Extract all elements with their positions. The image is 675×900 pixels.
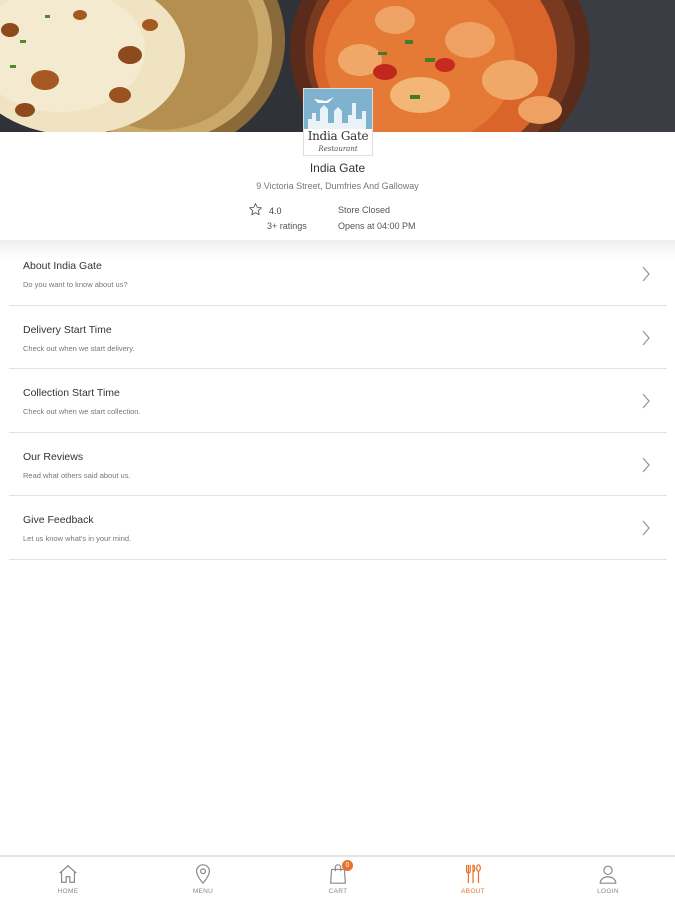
home-icon: [59, 865, 77, 883]
cart-count-badge: 0: [342, 860, 353, 871]
nav-login-label: LOGIN: [597, 888, 619, 895]
chevron-right-icon: [642, 266, 650, 282]
info-list: About India Gate Do you want to know abo…: [9, 242, 667, 560]
list-item-subtitle: Check out when we start collection.: [23, 407, 141, 416]
user-icon: [599, 865, 617, 884]
store-status-text: Store Closed: [338, 205, 391, 215]
list-item-reviews[interactable]: Our Reviews Read what others said about …: [9, 433, 667, 496]
list-item-title: Delivery Start Time: [23, 323, 112, 336]
list-item-subtitle: Do you want to know about us?: [23, 280, 128, 289]
star-icon: [249, 203, 262, 216]
nav-home[interactable]: HOME: [28, 857, 108, 900]
list-item-feedback[interactable]: Give Feedback Let us know what's in your…: [9, 496, 667, 560]
chevron-right-icon: [642, 330, 650, 345]
nav-cart[interactable]: 0 CART: [298, 857, 378, 900]
rating-value: 4.0: [269, 206, 282, 216]
list-item-delivery-time[interactable]: Delivery Start Time Check out when we st…: [9, 306, 667, 369]
nav-login[interactable]: LOGIN: [568, 857, 648, 900]
rating-count: 3+ ratings: [267, 221, 307, 231]
nav-menu-label: MENU: [192, 888, 214, 895]
list-item-title: Collection Start Time: [23, 387, 120, 399]
store-status: Store Closed Opens at 04:00 PM: [338, 205, 416, 231]
list-item-title: About India Gate: [23, 260, 102, 272]
list-item-title: Give Feedback: [23, 514, 94, 526]
location-pin-icon: [195, 864, 211, 885]
chevron-right-icon: [642, 393, 650, 409]
store-address: 9 Victoria Street, Dumfries And Galloway: [256, 181, 419, 191]
nav-home-label: HOME: [57, 888, 79, 895]
chevron-right-icon: [642, 520, 650, 536]
list-item-collection-time[interactable]: Collection Start Time Check out when we …: [9, 369, 667, 433]
list-item-subtitle: Let us know what's in your mind.: [23, 534, 132, 543]
restaurant-logo: India Gate Restaurant: [303, 88, 373, 156]
logo-subtitle: Restaurant: [318, 145, 358, 153]
list-item-title: Our Reviews: [23, 450, 84, 463]
list-item-subtitle: Read what others said about us.: [23, 470, 131, 480]
nav-about-label: ABOUT: [461, 888, 485, 895]
logo-name: India Gate: [307, 129, 369, 143]
chevron-right-icon: [642, 457, 650, 472]
store-name: India Gate: [309, 161, 366, 175]
logo-skyline: [304, 89, 372, 129]
nav-menu[interactable]: MENU: [163, 857, 243, 900]
cutlery-icon: [465, 864, 481, 884]
bottom-nav: HOME MENU 0 CART ABOUT LOGIN: [0, 855, 675, 900]
store-opening-time: Opens at 04:00 PM: [338, 221, 416, 231]
nav-cart-label: CART: [328, 888, 348, 895]
nav-about[interactable]: ABOUT: [433, 857, 513, 900]
list-item-subtitle: Check out when we start delivery.: [23, 343, 135, 353]
list-item-about[interactable]: About India Gate Do you want to know abo…: [9, 242, 667, 306]
